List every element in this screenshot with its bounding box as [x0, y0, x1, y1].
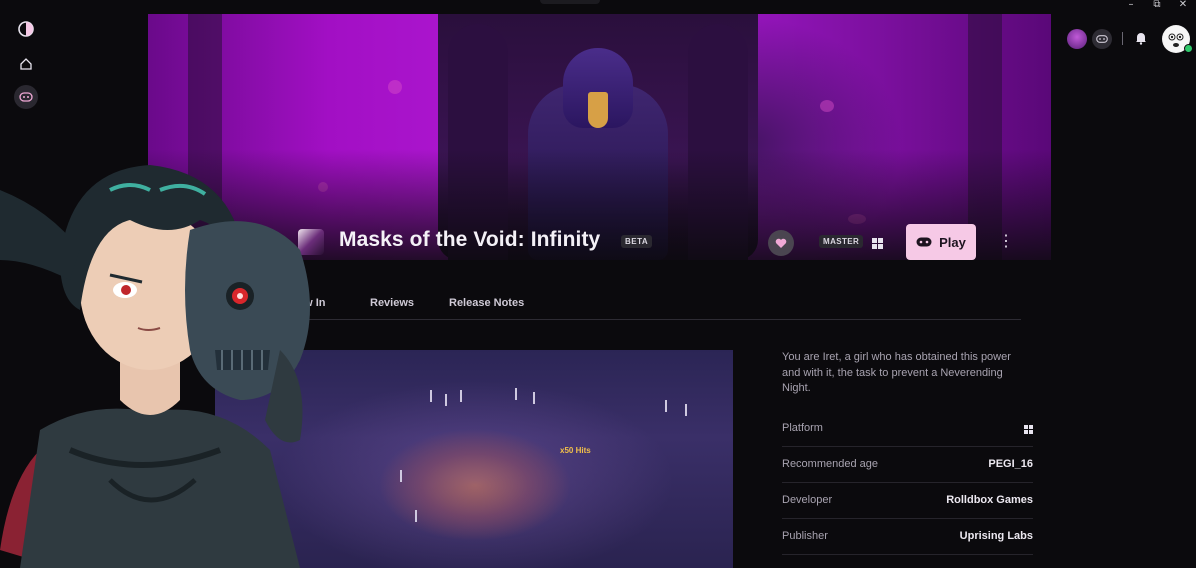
online-status-dot: [1184, 44, 1193, 53]
window-controls: – ⧉ ✕: [1118, 0, 1196, 12]
tab-reviews[interactable]: Reviews: [370, 297, 414, 309]
character-illustration: [0, 165, 310, 568]
tab-release-notes[interactable]: Release Notes: [449, 297, 524, 309]
gamepad-icon: [916, 237, 932, 247]
info-value-developer[interactable]: Rolldbox Games: [946, 494, 1033, 506]
controller-button[interactable]: [1092, 29, 1112, 49]
app-logo-icon[interactable]: [14, 17, 38, 41]
gamepad-icon: [1096, 35, 1108, 43]
favorite-button[interactable]: [768, 230, 794, 256]
info-key-publisher: Publisher: [782, 530, 828, 542]
hits-counter: x50 Hits: [560, 446, 591, 455]
game-title: Masks of the Void: Infinity: [339, 228, 601, 251]
branch-badge[interactable]: MASTER: [819, 235, 864, 248]
minimize-button[interactable]: –: [1118, 0, 1144, 12]
sidebar-item-games[interactable]: [14, 85, 38, 109]
info-key-age: Recommended age: [782, 458, 879, 470]
tabs-divider: [296, 319, 1021, 320]
info-key-platform: Platform: [782, 422, 823, 434]
divider: [1122, 32, 1123, 45]
info-divider: [782, 554, 1033, 555]
info-value-publisher[interactable]: Uprising Labs: [960, 530, 1033, 542]
gamepad-icon: [19, 92, 33, 102]
windows-icon: [872, 236, 883, 254]
info-divider: [782, 446, 1033, 447]
play-button[interactable]: Play: [906, 224, 976, 260]
close-button[interactable]: ✕: [1170, 0, 1196, 12]
info-key-developer: Developer: [782, 494, 833, 506]
info-value-age: PEGI_16: [988, 458, 1033, 470]
more-options-icon[interactable]: ⋮: [998, 233, 1014, 251]
play-label: Play: [939, 234, 966, 250]
title-notch: [540, 0, 600, 4]
maximize-button[interactable]: ⧉: [1144, 0, 1170, 12]
windows-icon: [1024, 421, 1033, 439]
bell-icon[interactable]: [1135, 31, 1147, 50]
game-description: You are Iret, a girl who has obtained th…: [782, 351, 1011, 394]
profile-avatar-icon[interactable]: [1067, 29, 1087, 49]
info-divider: [782, 518, 1033, 519]
beta-badge: BETA: [621, 235, 653, 248]
home-icon[interactable]: [14, 52, 38, 76]
info-divider: [782, 482, 1033, 483]
heart-icon: [775, 238, 787, 248]
